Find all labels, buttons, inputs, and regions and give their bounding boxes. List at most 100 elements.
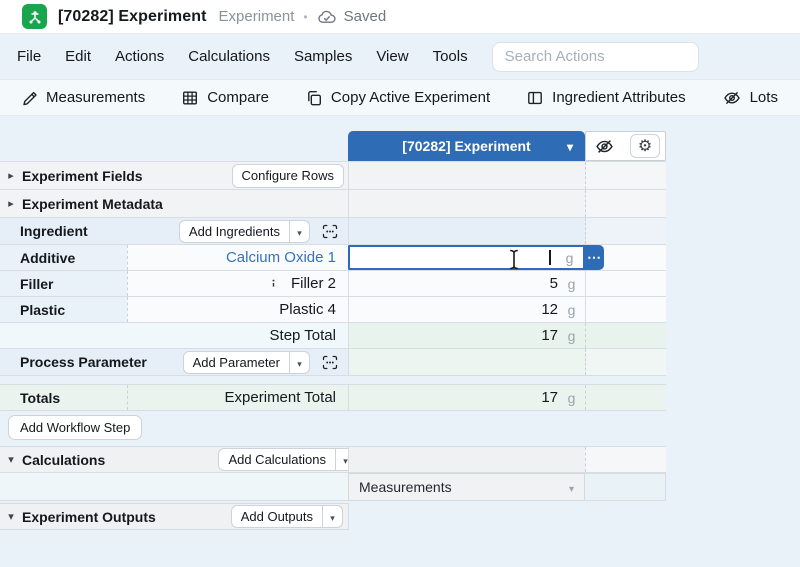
- experiment-fields-extra-cell: [585, 162, 666, 189]
- hide-column-icon[interactable]: [595, 138, 614, 155]
- add-ingredients-dropdown-button[interactable]: [289, 220, 310, 243]
- expand-caret-icon[interactable]: [0, 197, 22, 210]
- gear-icon: [638, 138, 652, 155]
- calculations-cell: [348, 447, 585, 472]
- add-parameter-dropdown-button[interactable]: [289, 351, 310, 374]
- add-workflow-step-row: Add Workflow Step: [0, 414, 666, 441]
- menu-edit[interactable]: Edit: [53, 42, 103, 71]
- category-cell: Additive: [0, 245, 127, 270]
- menu-tools[interactable]: Tools: [421, 42, 480, 71]
- ellipsis-icon: [587, 249, 601, 266]
- copy-active-experiment-button[interactable]: Copy Active Experiment: [306, 89, 490, 106]
- amount-cell[interactable]: 5 g: [348, 271, 585, 296]
- app-logo-icon[interactable]: [22, 4, 47, 29]
- experiment-column-selector[interactable]: [70282] Experiment: [348, 131, 585, 161]
- ingredient-attributes-button[interactable]: Ingredient Attributes: [527, 89, 685, 106]
- add-workflow-step-button[interactable]: Add Workflow Step: [8, 415, 142, 440]
- process-parameter-label: Process Parameter: [20, 354, 147, 370]
- collapse-caret-icon[interactable]: [0, 453, 22, 466]
- menu-view[interactable]: View: [364, 42, 420, 71]
- add-outputs-dropdown-button[interactable]: [322, 505, 343, 528]
- experiment-outputs-label: Experiment Outputs: [22, 509, 156, 525]
- molecule-icon: [27, 9, 43, 25]
- experiment-metadata-label: Experiment Metadata: [22, 196, 163, 212]
- chevron-down-icon: [297, 224, 302, 239]
- barcode-scan-icon: [322, 224, 338, 239]
- extra-cell: [585, 297, 666, 322]
- category-cell: Filler: [0, 271, 127, 296]
- amount-edit-cell[interactable]: g: [348, 245, 585, 270]
- ingredient-section-row: Ingredient Add Ingredients: [0, 218, 666, 245]
- ingredient-name-cell[interactable]: Filler 2: [127, 271, 348, 296]
- eye-slash-icon: [723, 90, 741, 106]
- ingredient-row-additive: Additive Calcium Oxide 1 g: [0, 245, 666, 271]
- add-outputs-button[interactable]: Add Outputs: [231, 505, 323, 528]
- menu-actions[interactable]: Actions: [103, 42, 176, 71]
- amount-value: 5: [550, 275, 558, 292]
- measurements-dropdown-row: Measurements: [0, 473, 666, 501]
- unit-label: g: [558, 390, 585, 406]
- scan-ingredients-button[interactable]: [322, 224, 338, 239]
- additive-amount-input[interactable]: g: [348, 245, 585, 270]
- menu-calculations[interactable]: Calculations: [176, 42, 282, 71]
- amount-cell[interactable]: 12 g: [348, 297, 585, 322]
- cell-more-options-button[interactable]: [584, 245, 604, 270]
- totals-extra-cell: [585, 385, 666, 410]
- lots-button[interactable]: Lots: [723, 89, 778, 106]
- ingredient-section-cell: [348, 218, 585, 244]
- menu-file[interactable]: File: [5, 42, 53, 71]
- experiment-total-value-cell: 17 g: [348, 385, 585, 410]
- column-header-tools: [585, 131, 666, 161]
- info-icon[interactable]: [266, 276, 281, 291]
- collapse-caret-icon[interactable]: [0, 510, 22, 523]
- calculations-label: Calculations: [22, 452, 105, 468]
- process-parameter-row: Process Parameter Add Parameter: [0, 349, 666, 376]
- experiment-fields-cell[interactable]: [348, 162, 585, 189]
- document-type-label: Experiment: [219, 8, 295, 25]
- column-header-row: [70282] Experiment: [0, 131, 666, 161]
- chevron-down-icon: [330, 509, 335, 524]
- amount-value: 12: [541, 301, 558, 318]
- experiment-total-value: 17: [541, 389, 558, 406]
- text-cursor: [549, 250, 551, 265]
- ingredient-name-cell[interactable]: Calcium Oxide 1: [127, 245, 348, 270]
- step-total-label: Step Total: [0, 323, 348, 348]
- add-calculations-button[interactable]: Add Calculations: [218, 448, 336, 471]
- blank-cell: [0, 473, 348, 501]
- measurements-dropdown[interactable]: Measurements: [348, 473, 585, 501]
- ingredient-name-cell[interactable]: Plastic 4: [127, 297, 348, 322]
- add-ingredients-button[interactable]: Add Ingredients: [179, 220, 290, 243]
- expand-caret-icon[interactable]: [0, 169, 22, 182]
- ingredient-name: Filler 2: [291, 275, 336, 292]
- compare-button[interactable]: Compare: [182, 89, 269, 106]
- ingredient-name: Plastic 4: [279, 301, 336, 318]
- add-calculations-split-button: Add Calculations: [218, 448, 356, 471]
- add-parameter-button[interactable]: Add Parameter: [183, 351, 290, 374]
- copy-active-experiment-label: Copy Active Experiment: [331, 89, 490, 106]
- measurements-button[interactable]: Measurements: [21, 89, 145, 106]
- page-title: [70282] Experiment: [58, 8, 207, 26]
- toolbar: Measurements Compare Copy Active Experim…: [0, 79, 800, 116]
- title-bar: [70282] Experiment Experiment • Saved: [0, 0, 800, 34]
- experiment-column-label: [70282] Experiment: [402, 138, 530, 154]
- column-settings-button[interactable]: [630, 134, 660, 158]
- unit-label: g: [558, 328, 585, 344]
- experiment-metadata-cell[interactable]: [348, 190, 585, 217]
- step-total-extra-cell: [585, 323, 666, 348]
- process-parameter-extra-cell: [585, 349, 666, 375]
- menu-samples[interactable]: Samples: [282, 42, 364, 71]
- experiment-outputs-row: Experiment Outputs Add Outputs: [0, 503, 349, 530]
- add-outputs-split-button: Add Outputs: [231, 505, 343, 528]
- chevron-down-icon: [569, 479, 574, 495]
- search-actions-input[interactable]: [492, 42, 699, 72]
- chevron-down-icon: [297, 355, 302, 370]
- totals-label: Totals: [0, 385, 127, 410]
- separator-dot: •: [303, 10, 307, 24]
- compare-label: Compare: [207, 89, 269, 106]
- ingredient-link[interactable]: Calcium Oxide 1: [226, 249, 336, 266]
- scan-parameter-button[interactable]: [322, 355, 338, 370]
- experiment-metadata-row: Experiment Metadata: [0, 190, 666, 218]
- experiment-fields-label: Experiment Fields: [22, 168, 143, 184]
- configure-rows-button[interactable]: Configure Rows: [232, 164, 345, 188]
- process-parameter-cell: [348, 349, 585, 375]
